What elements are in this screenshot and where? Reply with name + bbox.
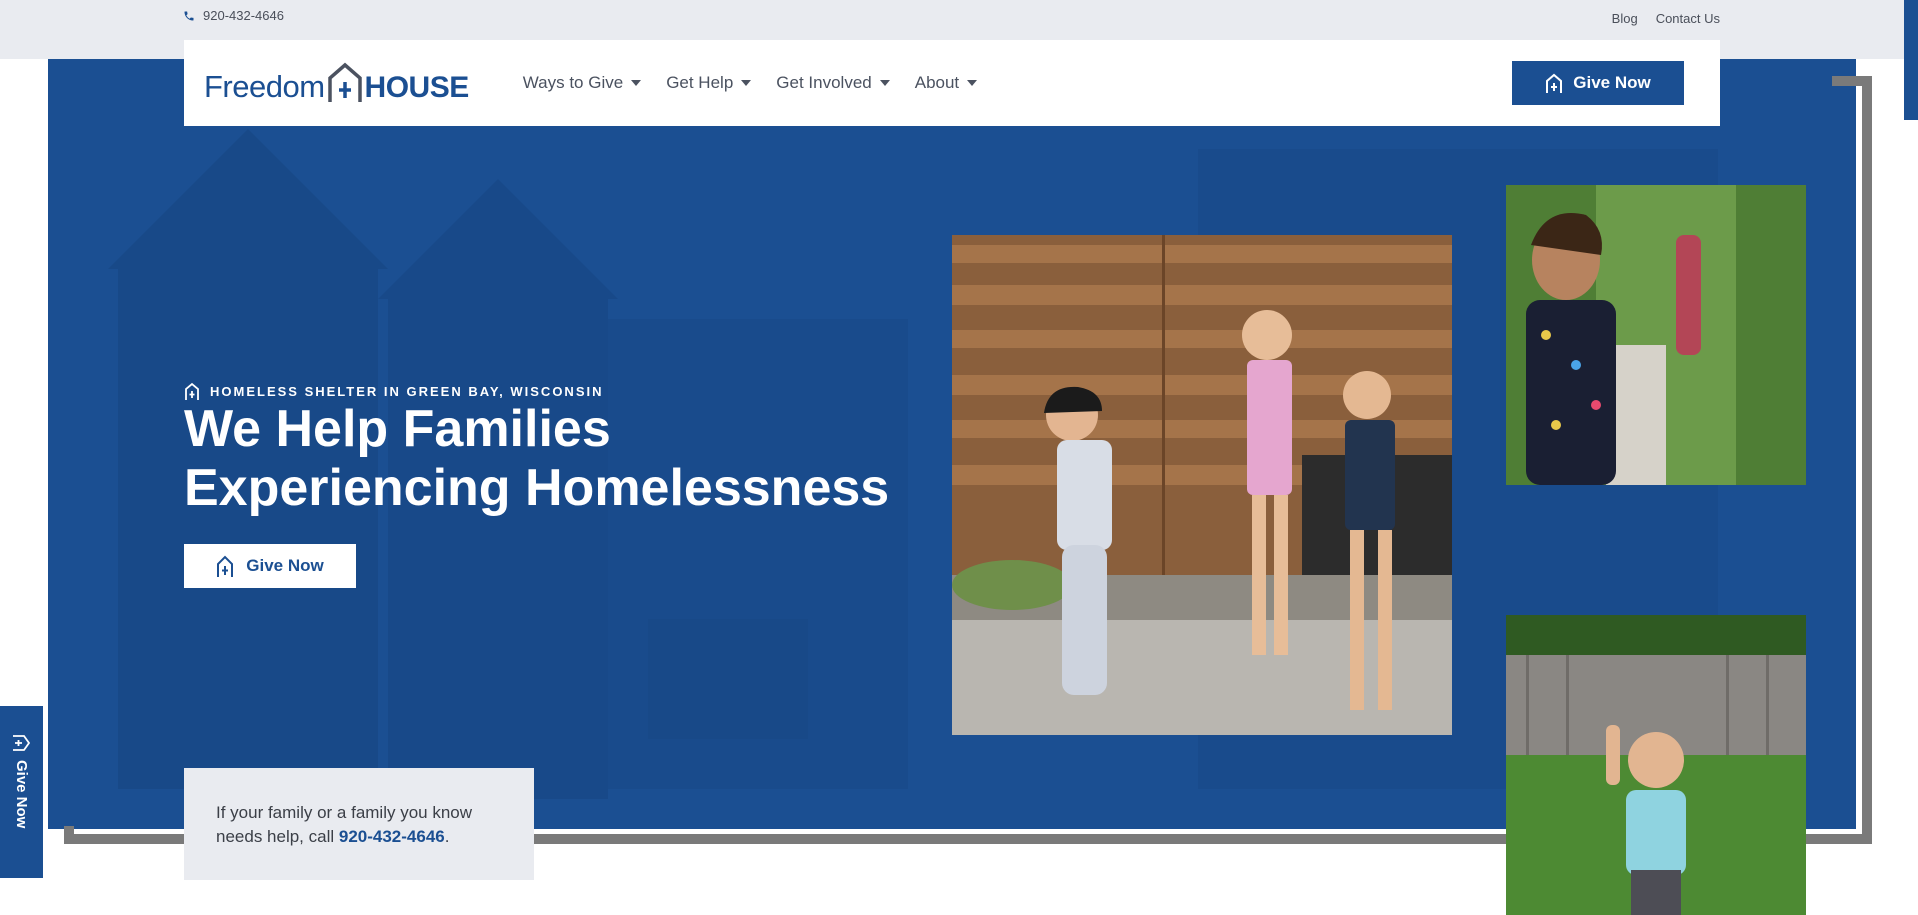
nav-get-help[interactable]: Get Help (666, 73, 752, 93)
help-callout: If your family or a family you know need… (184, 768, 534, 880)
nav-ways-to-give[interactable]: Ways to Give (522, 73, 642, 93)
caret-down-icon (879, 80, 890, 86)
nav-about[interactable]: About (914, 73, 978, 93)
logo-text-freedom: Freedom (204, 68, 325, 104)
house-icon (12, 735, 30, 751)
contact-us-link[interactable]: Contact Us (1656, 11, 1720, 26)
decorative-frame (1832, 76, 1872, 86)
blog-link[interactable]: Blog (1612, 11, 1638, 26)
house-icon (185, 382, 199, 400)
top-phone-text: 920-432-4646 (203, 8, 284, 23)
give-now-hero-button[interactable]: Give Now (184, 544, 356, 588)
give-now-side-tab[interactable]: Give Now (0, 706, 43, 878)
nav-get-involved[interactable]: Get Involved (776, 73, 890, 93)
caret-down-icon (741, 80, 752, 86)
caret-down-icon (631, 80, 642, 86)
headline-line-2: Experiencing Homelessness (184, 459, 890, 517)
eyebrow-text: HOMELESS SHELTER IN GREEN BAY, WISCONSIN (210, 383, 604, 399)
children-walking-photo (952, 235, 1452, 735)
house-icon (217, 555, 234, 577)
toddler-waving-photo (1506, 615, 1806, 915)
give-now-label: Give Now (246, 556, 324, 575)
give-now-label: Give Now (1573, 73, 1651, 92)
freedom-house-logo[interactable]: Freedom HOUSE (204, 62, 469, 105)
headline-line-1: We Help Families (184, 400, 611, 458)
give-now-nav-button[interactable]: Give Now (1512, 61, 1684, 105)
scrollbar-thumb[interactable] (1904, 0, 1918, 120)
house-logo-icon (327, 62, 362, 102)
top-phone[interactable]: 920-432-4646 (183, 8, 284, 23)
nav-label: About (914, 73, 960, 92)
hero-eyebrow: HOMELESS SHELTER IN GREEN BAY, WISCONSIN (184, 382, 604, 400)
decorative-frame (64, 826, 74, 844)
logo-text-house: HOUSE (364, 70, 470, 104)
caret-down-icon (967, 80, 978, 86)
house-icon (1546, 73, 1563, 93)
decorative-frame (1862, 76, 1872, 844)
help-phone-link[interactable]: 920-432-4646 (339, 827, 445, 846)
help-text-end: . (444, 827, 450, 846)
utility-links: Blog Contact Us (1612, 11, 1720, 26)
nav-label: Get Involved (776, 73, 872, 92)
main-navbar: Freedom HOUSE Ways to Give Get Help Get … (184, 40, 1720, 126)
side-tab-label: Give Now (13, 760, 30, 829)
primary-menu: Ways to Give Get Help Get Involved About (522, 73, 978, 93)
phone-icon (184, 11, 194, 20)
toddler-garden-photo (1506, 185, 1806, 485)
nav-label: Ways to Give (522, 73, 624, 92)
hero-headline: We Help Families Experiencing Homelessne… (184, 400, 944, 518)
nav-label: Get Help (666, 73, 734, 92)
